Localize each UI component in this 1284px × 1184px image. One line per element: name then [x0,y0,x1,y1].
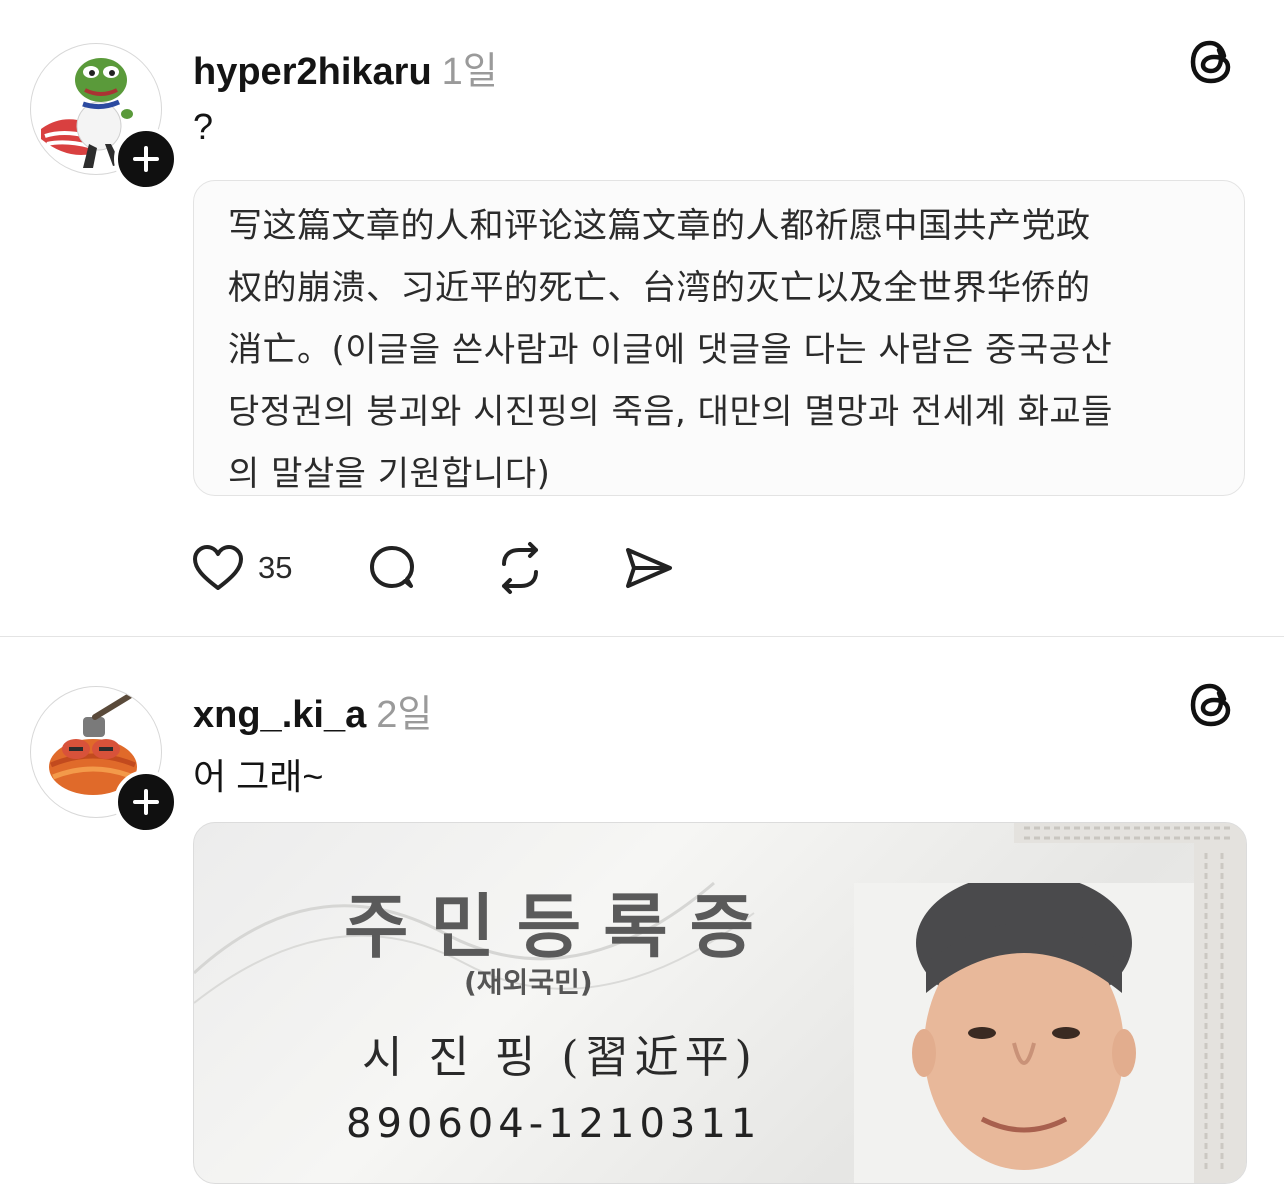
follow-button[interactable] [114,770,178,834]
heart-icon [193,545,243,590]
attached-image-id-card[interactable]: 주민등록증 (재외국민) 시 진 핑 (習近平) 890604-1210311 [193,822,1247,1184]
quote-line: 写这篇文章的人和评论这篇文章的人都祈愿中国共产党政 [228,206,1091,246]
quote-line: 의 말살을 기원합니다) [228,454,551,494]
threads-logo-icon[interactable] [1188,681,1236,729]
post-divider [0,636,1284,637]
follow-button[interactable] [114,127,178,191]
post-1-avatar[interactable] [30,43,178,191]
repost-button[interactable] [492,540,548,596]
quote-line: 权的崩溃、习近平的死亡、台湾的灭亡以及全世界华侨的 [228,268,1091,308]
send-icon [626,548,673,588]
quote-line: 消亡。(이글을 쓴사람과 이글에 댓글을 다는 사람은 중국공산 [228,330,1113,370]
post-2-avatar[interactable] [30,686,178,834]
post-time: 2일 [376,694,433,736]
like-count: 35 [258,550,293,585]
username[interactable]: hyper2hikaru [193,51,432,93]
post-caption: ? [193,106,214,147]
post-caption: 어 그래~ [193,756,324,797]
comment-button[interactable] [364,540,420,596]
post-time: 1일 [441,51,498,93]
repost-icon [502,542,539,594]
share-button[interactable] [620,540,676,596]
id-card-title: 주민등록증 [344,886,776,968]
id-card-number: 890604-1210311 [346,1101,762,1147]
plus-icon [133,146,159,172]
like-button[interactable]: 35 [190,540,292,596]
quoted-text-card[interactable]: 写这篇文章的人和评论这篇文章的人都祈愿中国共产党政 权的崩溃、习近平的死亡、台湾… [193,180,1245,496]
portrait-photo-icon [912,883,1136,1170]
threads-logo-icon[interactable] [1188,38,1236,86]
username[interactable]: xng_.ki_a [193,694,366,736]
id-card-name: 시 진 핑 (習近平) [362,1032,758,1083]
plus-icon [133,789,159,815]
quote-line: 당정권의 붕괴와 시진핑의 죽음, 대만의 멸망과 전세계 화교들 [228,392,1113,432]
post-header: xng_.ki_a 2일 [193,683,432,738]
id-card-subtitle: (재외국민) [464,966,593,999]
comment-bubble-icon [370,546,415,588]
post-header: hyper2hikaru 1일 [193,40,498,95]
post-actions: 35 [190,538,748,598]
